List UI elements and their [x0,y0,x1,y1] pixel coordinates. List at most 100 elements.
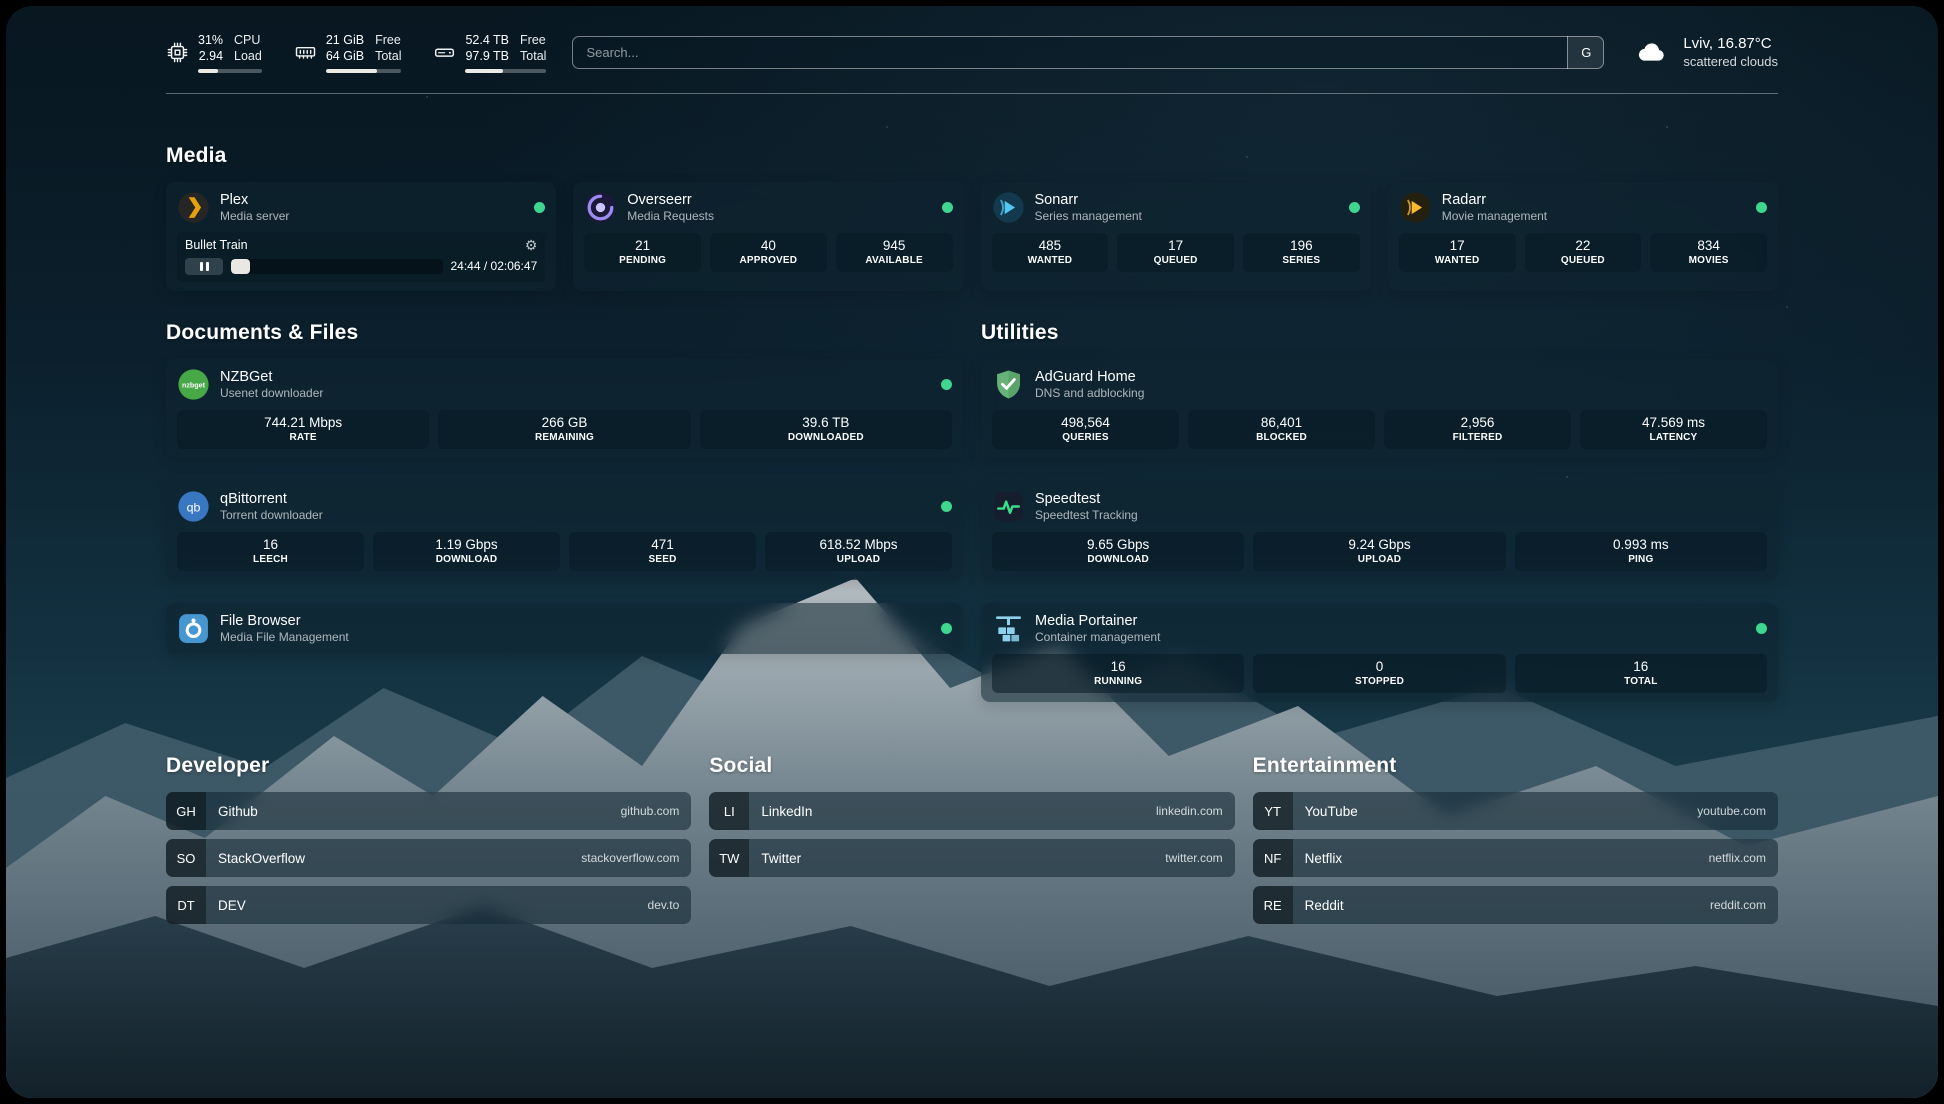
stat-upload: 9.24 Gbps UPLOAD [1253,532,1505,571]
bookmark-abbr: GH [166,792,206,830]
memory-usage-bar [326,69,402,73]
cpu-label: CPU [234,32,262,48]
service-description: Media File Management [220,630,349,645]
stats-row: 16 LEECH 1.19 Gbps DOWNLOAD 471 SEED [177,532,952,571]
stat-series: 196 SERIES [1243,233,1360,272]
service-card-radarr[interactable]: Radarr Movie management 17 WANTED 22 QUE… [1388,182,1778,291]
card-header: Speedtest Speedtest Tracking [992,490,1767,523]
stat-queued: 22 QUEUED [1525,233,1642,272]
bookmark-reddit[interactable]: RE Reddit reddit.com [1253,886,1778,924]
stat-leech: 16 LEECH [177,532,364,571]
dashboard-screen: 31% 2.94 CPU Load [6,6,1938,1098]
service-card-nzbget[interactable]: nzbget NZBGet Usenet downloader 744.21 M… [166,359,963,458]
card-titles: AdGuard Home DNS and adblocking [1035,368,1144,401]
stat-seed: 471 SEED [569,532,756,571]
cpu-load-value: 2.94 [199,48,223,64]
section-media: Media Plex Media server [166,144,1778,291]
cpu-load-label: Load [234,48,262,64]
status-dot [941,379,952,390]
card-header: Plex Media server [177,191,545,224]
bookmark-netflix[interactable]: NF Netflix netflix.com [1253,839,1778,877]
pause-button[interactable] [185,258,223,275]
service-card-plex[interactable]: Plex Media server Bullet Train ⚙ [166,182,556,291]
stat-approved: 40 APPROVED [710,233,827,272]
service-card-qbittorrent[interactable]: qb qBittorrent Torrent downloader 16 [166,481,963,580]
bookmark-group-entertainment: Entertainment YT YouTube youtube.com NF … [1253,754,1778,924]
bookmark-dev[interactable]: DT DEV dev.to [166,886,691,924]
service-name: qBittorrent [220,490,323,508]
overseerr-icon [584,191,617,224]
stat-running: 16 RUNNING [992,654,1244,693]
playback-controls-row: 24:44 / 02:06:47 [185,258,537,275]
bookmark-linkedin[interactable]: LI LinkedIn linkedin.com [709,792,1234,830]
memory-total-value: 64 GiB [326,48,364,64]
bookmark-label: StackOverflow [218,851,305,866]
bookmark-abbr: RE [1253,886,1293,924]
status-dot [1756,623,1767,634]
service-description: Usenet downloader [220,386,323,401]
documents-cards: nzbget NZBGet Usenet downloader 744.21 M… [166,359,963,654]
card-header: Media Portainer Container management [992,612,1767,645]
stats-row: 21 PENDING 40 APPROVED 945 AVAILABLE [584,233,952,272]
stat-pending: 21 PENDING [584,233,701,272]
stat-queued: 17 QUEUED [1117,233,1234,272]
stat-available: 945 AVAILABLE [836,233,953,272]
search-bar: G [572,36,1604,69]
service-description: Media server [220,209,289,224]
stats-row: 9.65 Gbps DOWNLOAD 9.24 Gbps UPLOAD 0.99… [992,532,1767,571]
card-header: Sonarr Series management [992,191,1360,224]
svg-text:qb: qb [187,500,201,514]
stats-row: 485 WANTED 17 QUEUED 196 SERIES [992,233,1360,272]
service-name: NZBGet [220,368,323,386]
service-card-portainer[interactable]: Media Portainer Container management 16 … [981,603,1778,702]
media-cards-row: Plex Media server Bullet Train ⚙ [166,182,1778,291]
service-card-filebrowser[interactable]: File Browser Media File Management [166,603,963,654]
card-header: Overseerr Media Requests [584,191,952,224]
disk-total-label: Total [520,48,546,64]
bookmark-youtube[interactable]: YT YouTube youtube.com [1253,792,1778,830]
bookmark-stackoverflow[interactable]: SO StackOverflow stackoverflow.com [166,839,691,877]
service-card-speedtest[interactable]: Speedtest Speedtest Tracking 9.65 Gbps D… [981,481,1778,580]
service-description: Container management [1035,630,1160,645]
playback-progress-bar[interactable] [231,259,443,274]
cpu-percent: 31% [198,32,223,48]
weather-widget[interactable]: Lviv, 16.87°C scattered clouds [1630,34,1778,70]
disk-usage-bar [465,69,546,73]
cpu-widget: 31% 2.94 CPU Load [166,32,262,73]
service-card-sonarr[interactable]: Sonarr Series management 485 WANTED 17 Q… [981,182,1371,291]
bookmark-label: Twitter [761,851,801,866]
bookmark-label: Github [218,804,258,819]
service-name: AdGuard Home [1035,368,1144,386]
now-playing-row: Bullet Train ⚙ [185,238,537,252]
stat-stopped: 0 STOPPED [1253,654,1505,693]
settings-gear-icon[interactable]: ⚙ [525,238,538,252]
service-description: DNS and adblocking [1035,386,1144,401]
service-name: Plex [220,191,289,209]
stats-row: 16 RUNNING 0 STOPPED 16 TOTAL [992,654,1767,693]
bookmark-url: github.com [621,804,680,818]
status-dot [534,202,545,213]
bookmark-abbr: YT [1253,792,1293,830]
stat-total: 16 TOTAL [1515,654,1767,693]
card-titles: Radarr Movie management [1442,191,1547,224]
service-card-adguard[interactable]: AdGuard Home DNS and adblocking 498,564 … [981,359,1778,458]
section-title-utilities: Utilities [981,321,1778,345]
now-playing-title: Bullet Train [185,238,248,252]
card-header: nzbget NZBGet Usenet downloader [177,368,952,401]
qbittorrent-icon: qb [177,490,210,523]
weather-condition: scattered clouds [1683,54,1778,71]
card-header: AdGuard Home DNS and adblocking [992,368,1767,401]
service-name: Media Portainer [1035,612,1160,630]
bookmark-label: LinkedIn [761,804,812,819]
disk-total-value: 97.9 TB [465,48,509,64]
stats-row: 744.21 Mbps RATE 266 GB REMAINING 39.6 T… [177,410,952,449]
memory-free-value: 21 GiB [326,32,364,48]
stat-upload: 618.52 Mbps UPLOAD [765,532,952,571]
bookmark-twitter[interactable]: TW Twitter twitter.com [709,839,1234,877]
search-provider-button[interactable]: G [1567,36,1604,69]
search-input[interactable] [572,36,1604,69]
bookmark-github[interactable]: GH Github github.com [166,792,691,830]
card-header: qb qBittorrent Torrent downloader [177,490,952,523]
bookmark-label: Netflix [1305,851,1343,866]
service-card-overseerr[interactable]: Overseerr Media Requests 21 PENDING 40 A… [573,182,963,291]
